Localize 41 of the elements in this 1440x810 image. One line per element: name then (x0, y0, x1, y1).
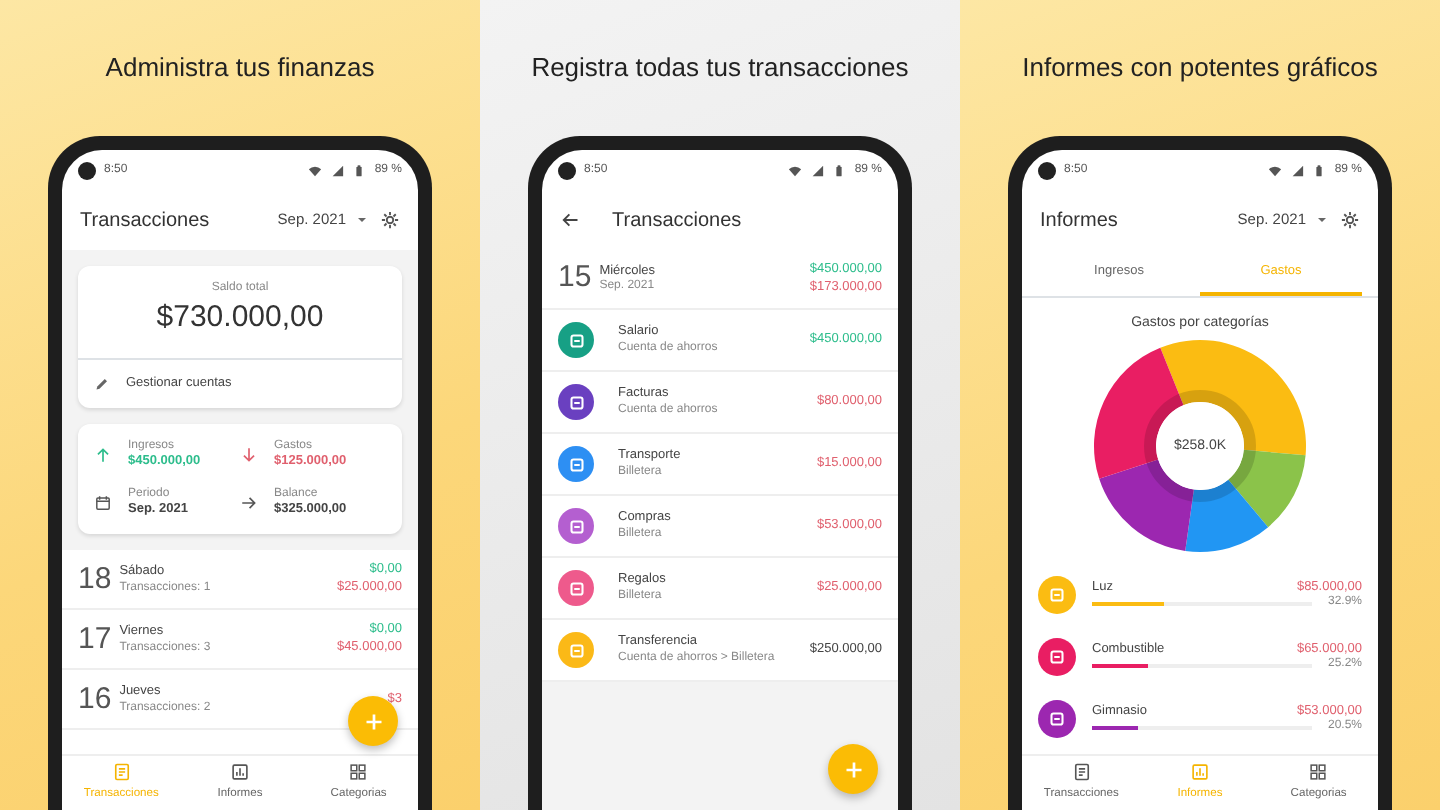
panel-caption: Administra tus finanzas (105, 50, 375, 86)
battery-icon (1312, 163, 1327, 177)
chart-icon (1189, 762, 1210, 783)
right-arrow-icon (240, 494, 258, 513)
wifi-icon (1268, 163, 1283, 177)
battery-icon (832, 163, 847, 177)
screen-title: Transacciones (612, 207, 742, 235)
day-number: 16 (78, 679, 112, 720)
caret-icon (354, 212, 370, 228)
panel-caption: Registra todas tus transacciones (531, 50, 909, 86)
panel-caption: Informes con potentes gráficos (1022, 50, 1378, 86)
caret-icon (1314, 212, 1330, 228)
document-icon (1071, 762, 1092, 783)
screen-title: Transacciones (80, 207, 210, 235)
screen-title: Informes (1040, 207, 1118, 235)
battery-icon (352, 163, 367, 177)
camera-hole-icon (558, 161, 576, 179)
signal-icon (330, 163, 345, 177)
down-arrow-icon (240, 446, 258, 465)
day-number: 15 (558, 258, 592, 299)
settings-icon[interactable] (380, 210, 400, 230)
day-number: 18 (78, 559, 112, 600)
camera-hole-icon (78, 161, 96, 179)
back-icon[interactable] (560, 210, 580, 230)
grid-icon (348, 762, 369, 783)
day-number: 17 (78, 619, 112, 660)
calendar-icon (94, 494, 112, 513)
up-arrow-icon (94, 446, 112, 465)
document-icon (111, 762, 132, 783)
pencil-icon (94, 375, 110, 392)
chart-icon (229, 762, 250, 783)
grid-icon (1308, 762, 1329, 783)
wifi-icon (788, 163, 803, 177)
signal-icon (1290, 163, 1305, 177)
wifi-icon (308, 163, 323, 177)
signal-icon (810, 163, 825, 177)
plus-icon (361, 709, 385, 733)
settings-icon[interactable] (1340, 210, 1360, 230)
balance-amount: $730.000,00 (154, 298, 326, 339)
camera-hole-icon (1038, 161, 1056, 179)
plus-icon (841, 757, 865, 781)
